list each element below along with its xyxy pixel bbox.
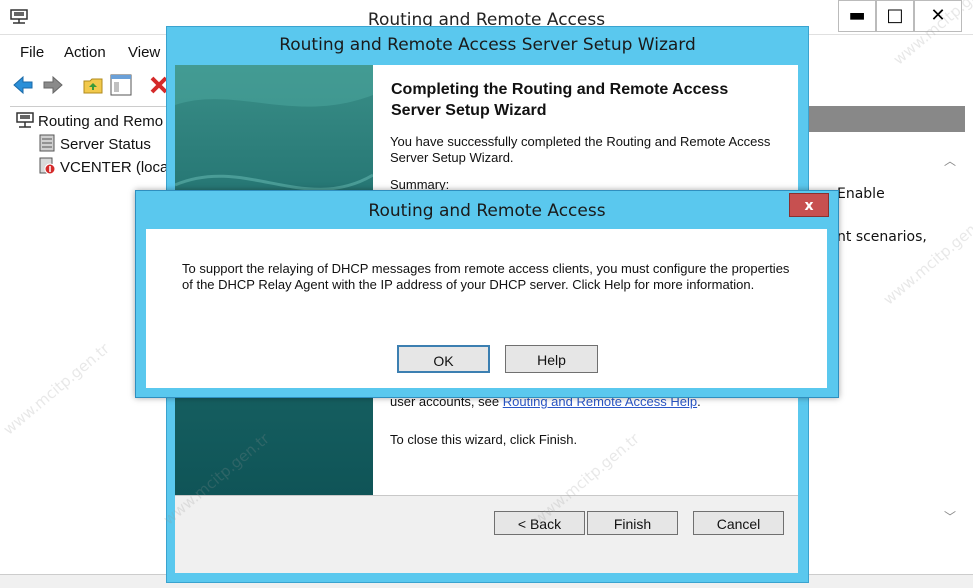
dialog-close-button[interactable]: x bbox=[789, 193, 829, 217]
tree-item-vcenter[interactable]: VCENTER (loca bbox=[38, 157, 168, 176]
finish-button[interactable]: Finish bbox=[587, 511, 678, 535]
show-hide-pane-icon[interactable] bbox=[110, 74, 132, 96]
wizard-heading: Completing the Routing and Remote Access… bbox=[391, 81, 729, 119]
server-down-icon bbox=[39, 157, 56, 175]
menu-file[interactable]: File bbox=[20, 44, 44, 61]
back-arrow-icon[interactable] bbox=[12, 74, 34, 96]
dialog-title: Routing and Remote Access bbox=[368, 201, 606, 221]
cancel-button[interactable]: Cancel bbox=[693, 511, 784, 535]
dhcp-relay-message-dialog: Routing and Remote Access x To support t… bbox=[135, 190, 839, 398]
scroll-up-icon[interactable]: ︿ bbox=[939, 152, 961, 169]
dialog-body: To support the relaying of DHCP messages… bbox=[146, 229, 827, 388]
folder-up-icon[interactable] bbox=[82, 74, 104, 96]
details-scrollbar[interactable]: ︿ ﹀ bbox=[939, 150, 961, 530]
scroll-down-icon[interactable]: ﹀ bbox=[939, 508, 961, 525]
dialog-message-line: To support the relaying of DHCP messages… bbox=[182, 261, 790, 276]
server-tree-icon bbox=[16, 112, 34, 128]
tree-item-server-status[interactable]: Server Status bbox=[38, 134, 151, 153]
wizard-divider bbox=[175, 495, 798, 496]
tree-item-label: VCENTER (loca bbox=[60, 159, 169, 176]
ok-button[interactable]: OK bbox=[397, 345, 490, 373]
menu-action[interactable]: Action bbox=[64, 44, 106, 61]
close-note: To close this wizard, click Finish. bbox=[390, 432, 578, 447]
wizard-title: Routing and Remote Access Server Setup W… bbox=[279, 35, 696, 55]
dialog-message: To support the relaying of DHCP messages… bbox=[182, 261, 822, 293]
minimize-button[interactable]: ▬ bbox=[838, 0, 876, 32]
tree-item-label: Server Status bbox=[60, 136, 151, 153]
details-header-bar bbox=[797, 106, 965, 132]
back-button[interactable]: < Back bbox=[494, 511, 585, 535]
maximize-button[interactable]: □ bbox=[876, 0, 914, 32]
details-text-fragment: nt scenarios, bbox=[837, 229, 927, 245]
server-status-icon bbox=[39, 134, 55, 152]
tree-item-label: Routing and Remo bbox=[38, 113, 164, 130]
wizard-intro: You have successfully completed the Rout… bbox=[390, 134, 771, 165]
tree-item-routing-root[interactable]: Routing and Remo bbox=[16, 111, 163, 130]
help-button[interactable]: Help bbox=[505, 345, 598, 373]
dialog-message-line: of the DHCP Relay Agent with the IP addr… bbox=[182, 277, 755, 292]
forward-arrow-icon[interactable] bbox=[42, 74, 64, 96]
details-text-fragment: Enable bbox=[837, 186, 885, 202]
close-window-button[interactable]: ✕ bbox=[914, 0, 962, 32]
menu-view[interactable]: View bbox=[128, 44, 160, 61]
